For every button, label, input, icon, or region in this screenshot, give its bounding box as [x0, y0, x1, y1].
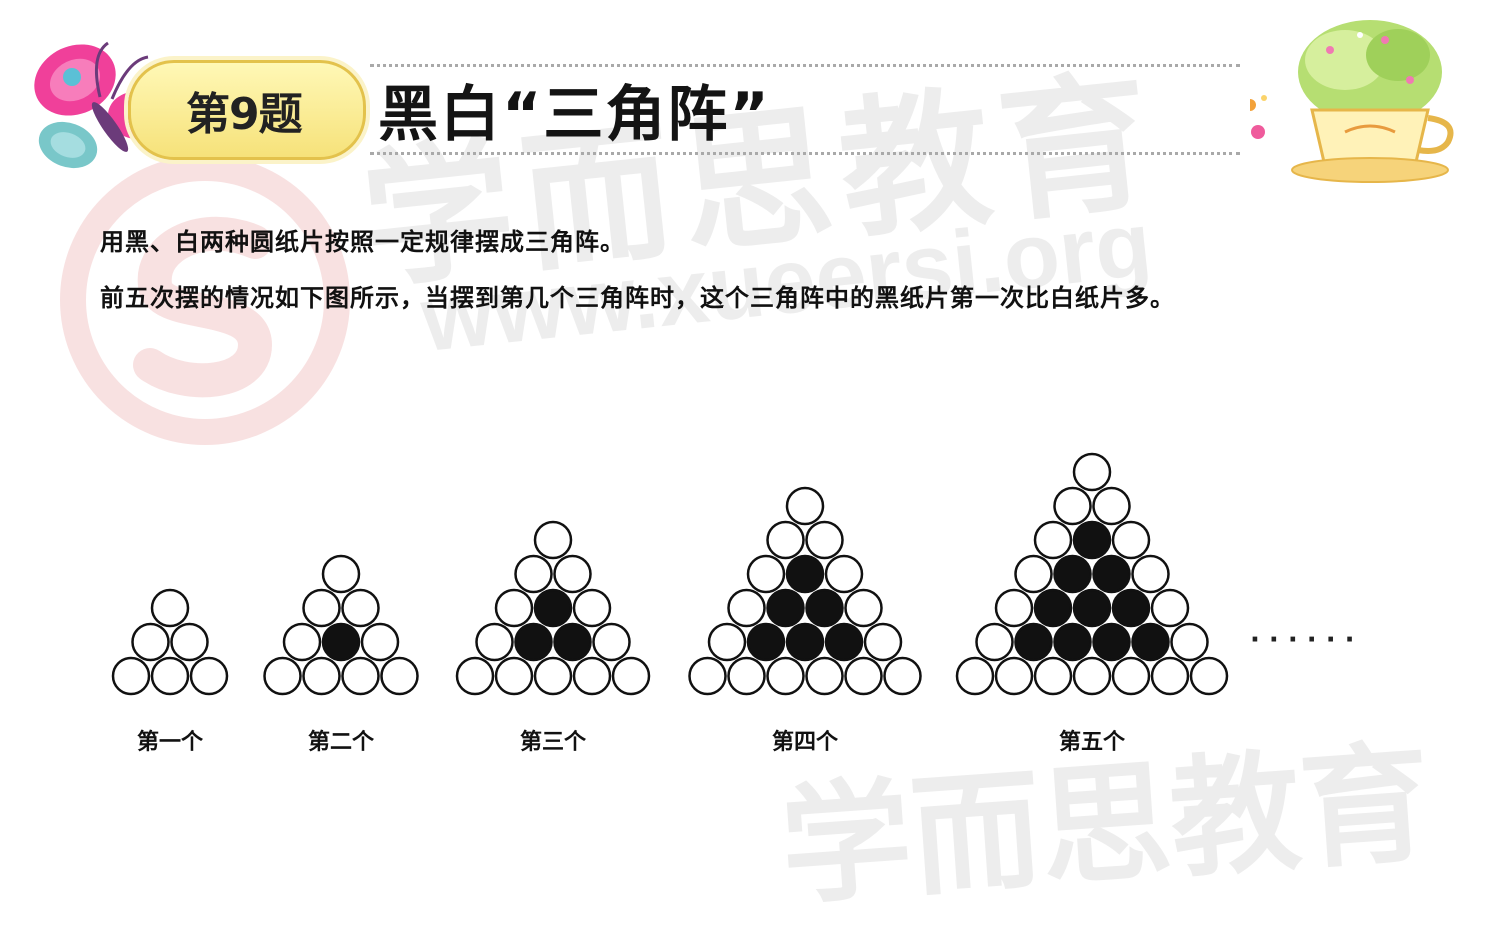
white-disc [883, 656, 922, 696]
figure-caption-4: 第四个 [771, 730, 839, 755]
white-disc [380, 656, 419, 696]
black-disc [514, 622, 553, 662]
white-disc [805, 656, 844, 696]
white-disc [341, 656, 380, 696]
white-disc [263, 656, 302, 696]
black-disc [1033, 588, 1073, 628]
black-disc [746, 622, 786, 662]
white-disc [1033, 520, 1073, 560]
white-disc [302, 588, 341, 628]
black-disc [1111, 588, 1151, 628]
white-disc [572, 588, 612, 628]
white-disc [111, 656, 151, 696]
white-disc [688, 656, 727, 696]
figure-caption-5: 第五个 [1058, 730, 1126, 755]
white-disc [785, 486, 825, 526]
white-disc [1072, 452, 1112, 492]
white-disc [1150, 588, 1190, 628]
black-disc [824, 622, 864, 662]
white-disc [1053, 486, 1092, 526]
white-disc [844, 588, 883, 628]
white-disc [844, 656, 883, 696]
black-disc [1072, 520, 1112, 560]
black-disc [1014, 622, 1053, 662]
triangle-figure-2 [263, 554, 419, 696]
white-disc [282, 622, 322, 662]
white-disc [1150, 656, 1190, 696]
black-disc [1053, 622, 1092, 662]
white-disc [475, 622, 514, 662]
black-disc [321, 622, 361, 662]
black-disc [1072, 588, 1112, 628]
white-disc [131, 622, 170, 662]
white-disc [533, 520, 573, 560]
black-disc [766, 588, 805, 628]
triangle-figure-1 [111, 588, 229, 696]
white-disc [746, 554, 786, 594]
white-disc [150, 588, 190, 628]
continuation-ellipsis: · · · · · · [1250, 625, 1355, 655]
white-disc [707, 622, 747, 662]
white-disc [572, 656, 612, 696]
white-disc [455, 656, 495, 696]
white-disc [824, 554, 864, 594]
figure-caption-2: 第二个 [307, 730, 375, 755]
triangle-figure-5 [955, 452, 1229, 696]
black-disc [1092, 622, 1131, 662]
black-disc [533, 588, 573, 628]
figure-caption-1: 第一个 [136, 730, 204, 755]
white-disc [494, 656, 534, 696]
black-disc [805, 588, 844, 628]
black-disc [785, 622, 825, 662]
triangle-figure-4 [688, 486, 922, 696]
white-disc [514, 554, 553, 594]
white-disc [727, 588, 766, 628]
white-disc [975, 622, 1014, 662]
white-disc [170, 622, 209, 662]
figure-caption-3: 第三个 [519, 730, 587, 755]
page: 学而思教育 www.xueersi.org 学而思教育 第9题 黑白“三角阵” [0, 0, 1494, 920]
triangle-figure-3 [455, 520, 651, 696]
white-disc [341, 588, 380, 628]
black-disc [785, 554, 825, 594]
white-disc [1131, 554, 1170, 594]
white-disc [863, 622, 903, 662]
white-disc [1033, 656, 1073, 696]
white-disc [1111, 520, 1151, 560]
white-disc [955, 656, 995, 696]
white-disc [150, 656, 190, 696]
white-disc [553, 554, 592, 594]
white-disc [611, 656, 651, 696]
white-disc [1170, 622, 1209, 662]
white-disc [592, 622, 631, 662]
white-disc [994, 588, 1034, 628]
white-disc [494, 588, 534, 628]
white-disc [727, 656, 766, 696]
white-disc [766, 520, 805, 560]
black-disc [1131, 622, 1170, 662]
white-disc [1092, 486, 1131, 526]
white-disc [1072, 656, 1112, 696]
white-disc [321, 554, 361, 594]
white-disc [533, 656, 573, 696]
triangle-figures: · · · · · · [111, 452, 1355, 696]
white-disc [1189, 656, 1229, 696]
white-disc [302, 656, 341, 696]
white-disc [1014, 554, 1053, 594]
white-disc [805, 520, 844, 560]
white-disc [1111, 656, 1151, 696]
white-disc [189, 656, 229, 696]
white-disc [360, 622, 400, 662]
white-disc [994, 656, 1034, 696]
black-disc [1053, 554, 1092, 594]
black-disc [1092, 554, 1131, 594]
white-disc [766, 656, 805, 696]
black-disc [553, 622, 592, 662]
